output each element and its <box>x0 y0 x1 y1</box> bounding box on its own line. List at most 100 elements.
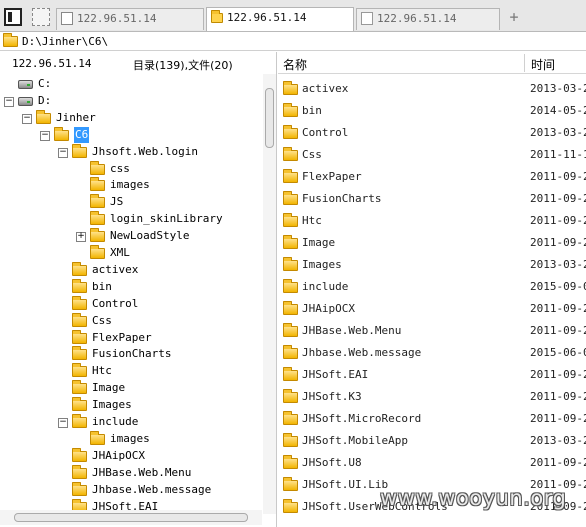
file-row[interactable]: Htc 2011-09-20 <box>278 210 586 232</box>
folder-icon <box>283 235 298 249</box>
add-tab-button[interactable]: + <box>506 8 522 26</box>
file-name: Image <box>302 236 336 249</box>
tree-node[interactable]: Htc <box>0 363 260 379</box>
tab-0[interactable]: 122.96.51.14 <box>56 8 204 30</box>
file-name: JHBase.Web.Menu <box>302 324 402 337</box>
collapse-icon[interactable]: − <box>22 113 32 124</box>
folder-icon <box>211 10 223 23</box>
expand-icon[interactable]: + <box>76 232 86 243</box>
tab-label: 122.96.51.14 <box>377 12 457 25</box>
tree-node[interactable]: login_skinLibrary <box>0 211 260 227</box>
file-row[interactable]: Images 2013-03-29 <box>278 254 586 276</box>
tree-node[interactable]: JS <box>0 194 260 210</box>
tree-node[interactable]: activex <box>0 261 260 278</box>
file-name: JHSoft.U8 <box>302 456 362 469</box>
tree-node[interactable]: JHBase.Web.Menu <box>0 464 260 481</box>
file-row[interactable]: JHSoft.U8 2011-09-20 <box>278 452 586 474</box>
collapse-icon[interactable]: − <box>40 130 50 141</box>
tree-node[interactable]: − include <box>0 414 260 430</box>
tree-node[interactable]: XML <box>0 245 260 261</box>
column-header-name[interactable]: 名称 <box>283 56 307 73</box>
tree-node-label: C: <box>38 77 52 90</box>
scrollbar-thumb[interactable] <box>14 513 248 522</box>
file-row[interactable]: Image 2011-09-20 <box>278 232 586 254</box>
folder-icon <box>90 430 105 445</box>
folder-icon <box>72 278 87 293</box>
tree-node[interactable]: JHAipOCX <box>0 447 260 464</box>
folder-icon <box>72 261 87 276</box>
file-row[interactable]: include 2015-09-09 <box>278 276 586 298</box>
tree-node[interactable]: images <box>0 430 260 447</box>
file-list-panel: 名称 时间 activex 2013-03-29 bin 2014-05-29 Cont… <box>278 52 586 527</box>
file-name: JHAipOCX <box>302 302 355 315</box>
collapse-icon[interactable]: − <box>58 418 68 428</box>
path-bar[interactable]: D:\Jinher\C6\ <box>0 33 586 51</box>
file-name: JHSoft.EAI <box>302 368 369 381</box>
tree-node[interactable]: css <box>0 160 260 177</box>
file-name: JHSoft.MobileApp <box>302 434 408 447</box>
tab-label: 122.96.51.14 <box>77 12 157 25</box>
file-time: 2013-03-29 <box>530 82 586 95</box>
tree-node[interactable]: FusionCharts <box>0 346 260 362</box>
file-name: JHSoft.UI.Lib <box>302 478 389 491</box>
tree-node[interactable]: C: <box>0 76 260 92</box>
file-row[interactable]: FusionCharts 2011-09-20 <box>278 188 586 210</box>
tab-1[interactable]: 122.96.51.14 <box>206 7 354 31</box>
tree-node[interactable]: bin <box>0 278 260 295</box>
folder-icon <box>283 499 298 513</box>
file-row[interactable]: activex 2013-03-29 <box>278 78 586 100</box>
tree-node[interactable]: Images <box>0 397 260 413</box>
file-row[interactable]: Jhbase.Web.message 2015-06-08 <box>278 342 586 364</box>
file-time: 2013-03-29 <box>530 126 586 139</box>
file-row[interactable]: bin 2014-05-29 <box>278 100 586 122</box>
file-time: 2011-09-20 <box>530 170 586 183</box>
file-row[interactable]: Css 2011-11-15 <box>278 144 586 166</box>
collapse-icon[interactable]: − <box>4 96 14 107</box>
tree-vertical-scrollbar[interactable] <box>263 74 276 514</box>
column-header-time[interactable]: 时间 <box>531 56 555 73</box>
folder-icon <box>72 312 87 327</box>
collapse-icon[interactable]: − <box>58 147 68 158</box>
file-row[interactable]: JHAipOCX 2011-09-20 <box>278 298 586 320</box>
tree-node-label: FlexPaper <box>92 330 152 344</box>
scrollbar-thumb[interactable] <box>265 88 274 148</box>
tree-node[interactable]: − C6 <box>0 126 260 143</box>
folder-icon <box>72 414 87 428</box>
file-row[interactable]: JHSoft.EAI 2011-09-20 <box>278 364 586 386</box>
tree-node[interactable]: Image <box>0 380 260 396</box>
folder-icon <box>283 477 298 491</box>
tree-node[interactable]: − Jhsoft.Web.login <box>0 143 260 160</box>
new-session-button[interactable] <box>32 8 50 26</box>
panel-toggle-button[interactable] <box>4 8 22 26</box>
tree-node-label: D: <box>38 93 52 107</box>
tree-node[interactable]: + NewLoadStyle <box>0 228 260 244</box>
column-divider[interactable] <box>524 54 525 72</box>
tree-node[interactable]: Jhbase.Web.message <box>0 481 260 498</box>
folder-icon <box>283 323 298 337</box>
file-row[interactable]: JHSoft.MicroRecord 2011-09-20 <box>278 408 586 430</box>
file-row[interactable]: Control 2013-03-29 <box>278 122 586 144</box>
folder-icon <box>72 363 87 378</box>
tree-node[interactable]: − Jinher <box>0 109 260 126</box>
tree-node-label: Jhsoft.Web.login <box>92 144 198 158</box>
tree-node[interactable]: FlexPaper <box>0 329 260 346</box>
tree-node[interactable]: Css <box>0 312 260 329</box>
tree-node-label: JS <box>110 195 124 209</box>
tree-node-label: Jhbase.Web.message <box>92 482 212 496</box>
file-row[interactable]: JHBase.Web.Menu 2011-09-20 <box>278 320 586 342</box>
file-row[interactable]: JHSoft.MobileApp 2013-03-29 <box>278 430 586 452</box>
tree-node-label: activex <box>92 262 139 276</box>
folder-icon <box>90 160 105 175</box>
tree-node[interactable]: − D: <box>0 93 260 109</box>
file-row[interactable]: JHSoft.K3 2011-09-20 <box>278 386 586 408</box>
path-text[interactable]: D:\Jinher\C6\ <box>22 35 108 48</box>
document-icon <box>361 12 373 25</box>
file-row[interactable]: FlexPaper 2011-09-20 <box>278 166 586 188</box>
tab-2[interactable]: 122.96.51.14 <box>356 8 500 30</box>
folder-icon <box>36 109 51 124</box>
tree-horizontal-scrollbar[interactable] <box>0 510 262 525</box>
tree-node[interactable]: Control <box>0 295 260 312</box>
tree-node-label: Jinher <box>56 110 96 124</box>
tree-node[interactable]: images <box>0 177 260 193</box>
tree-node-label: login_skinLibrary <box>110 212 223 226</box>
